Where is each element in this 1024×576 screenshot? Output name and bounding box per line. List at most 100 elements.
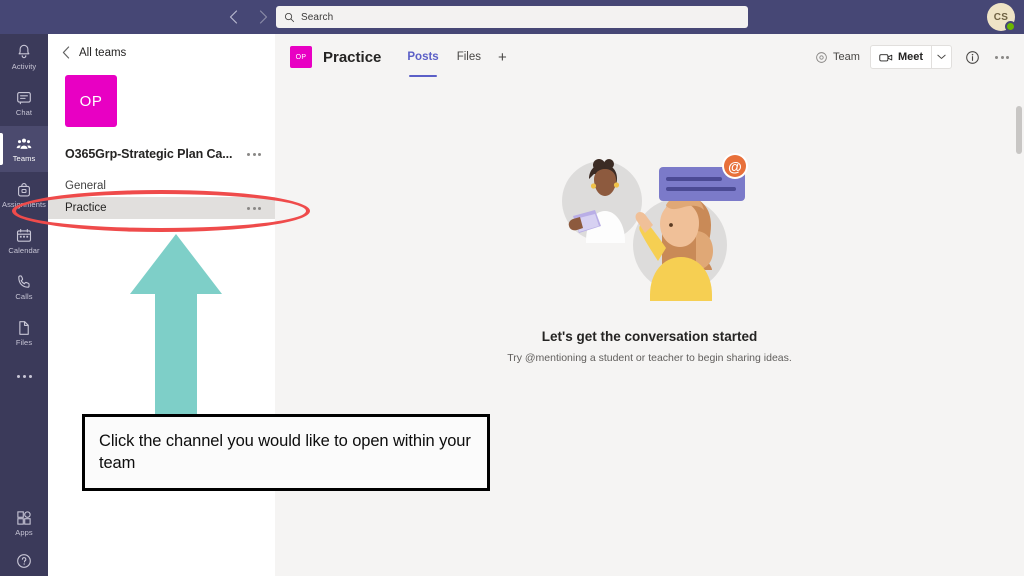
team-header-row[interactable]: O365Grp-Strategic Plan Ca...: [48, 147, 275, 161]
channel-header: OP Practice Posts Files + Team Meet: [275, 34, 1024, 80]
back-button[interactable]: [222, 6, 244, 28]
rail-more-button[interactable]: [0, 356, 48, 396]
title-bar: Search CS: [0, 0, 1024, 34]
rail-item-help[interactable]: [0, 546, 48, 576]
rail-item-label: Apps: [15, 528, 33, 538]
tab-files[interactable]: Files: [448, 44, 490, 70]
more-dots-icon: [1000, 55, 1004, 59]
avatar[interactable]: CS: [987, 3, 1016, 32]
backpack-icon: [18, 183, 30, 197]
team-name: O365Grp-Strategic Plan Ca...: [65, 147, 233, 161]
meet-button-label: Meet: [897, 51, 923, 63]
calendar-icon: [16, 229, 32, 243]
channel-name: General: [65, 180, 106, 192]
channel-team-avatar-initials: OP: [295, 53, 307, 61]
camera-icon: [879, 53, 893, 61]
plus-icon: +: [497, 48, 507, 66]
empty-state-subtitle: Try @mentioning a student or teacher to …: [507, 352, 792, 364]
info-button[interactable]: [962, 47, 982, 67]
rail-item-label: Chat: [15, 108, 33, 118]
channel-tabs: Posts Files +: [398, 44, 514, 70]
more-dots-icon: [252, 206, 256, 210]
target-eye-icon: [816, 51, 827, 63]
status-badge: [1005, 21, 1016, 32]
channel-more-options-button[interactable]: [992, 47, 1012, 67]
meet-button[interactable]: Meet: [869, 45, 952, 69]
chat-bubble-icon: [17, 92, 31, 105]
more-dots-icon: [247, 206, 250, 210]
info-circle-icon: [965, 50, 979, 64]
team-more-button[interactable]: [243, 149, 265, 160]
all-teams-back[interactable]: All teams: [48, 34, 275, 59]
rail-item-chat[interactable]: Chat: [0, 80, 48, 126]
help-question-icon: [17, 554, 31, 568]
more-dots-icon: [258, 152, 261, 156]
rail-item-label: Calls: [15, 292, 33, 302]
more-dots-icon: [252, 152, 256, 156]
rail-item-label: Files: [15, 338, 33, 348]
rail-item-calls[interactable]: Calls: [0, 264, 48, 310]
all-teams-label: All teams: [79, 46, 127, 59]
more-dots-icon: [28, 374, 32, 378]
app-rail: Activity Chat Teams Assignments Calendar…: [0, 34, 48, 576]
channel-item-practice[interactable]: Practice: [48, 197, 275, 219]
chevron-right-icon: [259, 10, 267, 24]
rail-item-files[interactable]: Files: [0, 310, 48, 356]
channel-more-button[interactable]: [243, 203, 265, 214]
team-chip-label: Team: [833, 51, 860, 63]
more-dots-icon: [247, 152, 250, 156]
search-bar[interactable]: Search: [276, 6, 748, 28]
more-dots-icon: [991, 52, 1013, 63]
teams-app-window: Search CS Activity Chat Teams Assignment…: [0, 0, 1024, 576]
more-dots-icon: [995, 55, 998, 59]
tab-posts[interactable]: Posts: [398, 44, 447, 70]
page-title: Practice: [323, 48, 382, 66]
rail-item-label: Activity: [11, 62, 37, 72]
channel-header-actions: Team Meet: [815, 34, 1012, 80]
chevron-down-icon: [937, 54, 946, 59]
channel-name: Practice: [65, 202, 107, 214]
rail-item-assignments[interactable]: Assignments: [0, 172, 48, 218]
rail-item-teams[interactable]: Teams: [0, 126, 48, 172]
tab-label: Posts: [407, 51, 439, 63]
forward-button[interactable]: [252, 6, 274, 28]
more-dots-icon: [16, 374, 20, 378]
rail-item-apps[interactable]: Apps: [0, 500, 48, 546]
team-avatar[interactable]: OP: [65, 75, 117, 127]
chevron-left-icon: [62, 46, 70, 59]
rail-item-label: Assignments: [1, 200, 47, 210]
nav-arrows: [222, 0, 274, 34]
meet-dropdown-button[interactable]: [931, 46, 951, 68]
rail-item-activity[interactable]: Activity: [0, 34, 48, 80]
apps-grid-icon: [17, 511, 31, 525]
team-visibility-button[interactable]: Team: [815, 51, 860, 64]
team-avatar-initials: OP: [79, 92, 103, 110]
two-people-at-mention-illustration: @: [561, 153, 748, 301]
rail-item-calendar[interactable]: Calendar: [0, 218, 48, 264]
annotation-callout-text: Click the channel you would like to open…: [99, 431, 471, 472]
rail-item-label: Teams: [12, 154, 36, 164]
add-tab-button[interactable]: +: [490, 44, 515, 70]
people-icon: [16, 138, 32, 150]
annotation-arrow-up: [130, 234, 222, 415]
more-dots-icon: [258, 206, 261, 210]
chevron-left-icon: [229, 10, 237, 24]
rail-item-label: Calendar: [8, 246, 40, 256]
file-icon: [19, 321, 29, 336]
search-icon: [284, 12, 295, 22]
search-input[interactable]: Search: [301, 12, 333, 23]
empty-state-title: Let's get the conversation started: [541, 329, 758, 344]
more-dots-icon: [1006, 55, 1009, 59]
svg-text:@: @: [728, 159, 742, 175]
rail-bottom-group: Apps: [0, 500, 48, 576]
more-dots-icon: [22, 374, 26, 378]
phone-icon: [18, 275, 30, 289]
meet-button-main[interactable]: Meet: [871, 46, 931, 68]
empty-state: @ Let's get the conversation started Try…: [275, 139, 1024, 364]
tab-label: Files: [456, 51, 481, 63]
annotation-callout-box: Click the channel you would like to open…: [82, 414, 490, 491]
bell-icon: [18, 45, 30, 59]
channel-team-avatar: OP: [290, 46, 312, 68]
main-content: OP Practice Posts Files + Team Meet @ Le…: [275, 34, 1024, 576]
channel-item-general[interactable]: General: [48, 175, 275, 197]
